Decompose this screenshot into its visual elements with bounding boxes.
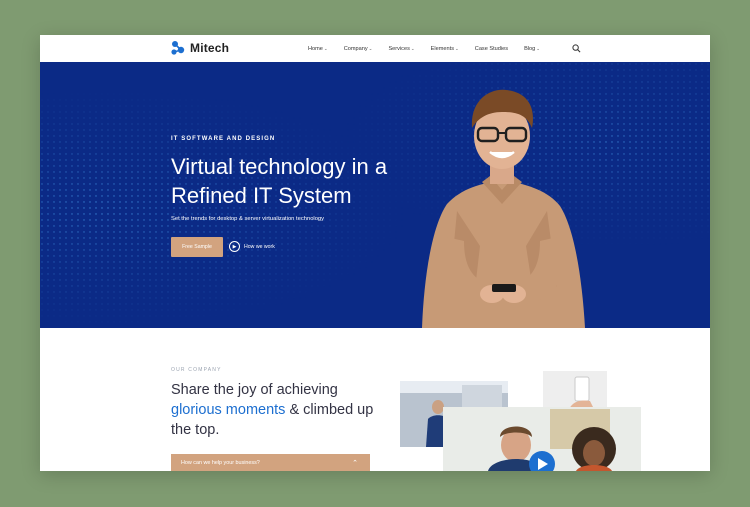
accordion-help-business[interactable]: How can we help your business? ⌃: [171, 454, 370, 471]
browser-page: Mitech Home ⌄ Company ⌄ Services ⌄ Eleme…: [40, 35, 710, 471]
how-we-work-link[interactable]: ▶ How we work: [229, 241, 275, 252]
hero-subtitle: Set the trends for desktop & server virt…: [171, 216, 325, 222]
hero-section: IT SOFTWARE AND DESIGN Virtual technolog…: [40, 62, 710, 328]
nav-label: Home: [308, 45, 323, 52]
nav-label: Services: [388, 45, 410, 52]
chevron-down-icon: ⌄: [536, 45, 541, 51]
hero-person-image: [422, 89, 585, 328]
heading-highlight: glorious moments: [171, 402, 286, 418]
play-icon: ▶: [229, 241, 240, 252]
how-we-work-label: How we work: [244, 243, 275, 250]
chevron-down-icon: ⌄: [455, 45, 459, 51]
brand-name: Mitech: [190, 41, 230, 55]
nav-item-blog[interactable]: Blog ⌄: [524, 46, 540, 52]
company-heading: Share the joy of achieving glorious mome…: [171, 380, 391, 440]
nav-item-services[interactable]: Services ⌄: [388, 46, 414, 52]
nav-item-elements[interactable]: Elements ⌄: [431, 46, 459, 52]
nav-label: Elements: [430, 45, 454, 52]
nav-item-case-studies[interactable]: Case Studies: [475, 46, 508, 52]
accordion-label: How can we help your business?: [181, 459, 260, 466]
chevron-down-icon: ⌄: [368, 45, 373, 51]
heading-text: Share the joy of achieving: [171, 382, 338, 398]
nav-label: Company: [343, 45, 368, 52]
main-nav: Home ⌄ Company ⌄ Services ⌄ Elements ⌄ C…: [308, 35, 556, 62]
free-sample-button[interactable]: Free Sample: [171, 237, 223, 257]
nav-label: Blog: [524, 45, 536, 52]
site-header: Mitech Home ⌄ Company ⌄ Services ⌄ Eleme…: [40, 35, 710, 62]
nav-label: Case Studies: [474, 45, 509, 52]
hero-eyebrow: IT SOFTWARE AND DESIGN: [171, 136, 276, 142]
chevron-up-icon: ⌃: [352, 459, 358, 467]
logo-icon: [171, 41, 185, 55]
nav-item-home[interactable]: Home ⌄: [308, 46, 328, 52]
company-eyebrow: OUR COMPANY: [171, 367, 222, 373]
search-icon[interactable]: [572, 44, 581, 53]
team-photo-collage: [400, 371, 641, 471]
nav-item-company[interactable]: Company ⌄: [344, 46, 373, 52]
chevron-down-icon: ⌄: [323, 45, 328, 51]
logo[interactable]: Mitech: [170, 40, 229, 56]
chevron-down-icon: ⌄: [410, 45, 415, 51]
